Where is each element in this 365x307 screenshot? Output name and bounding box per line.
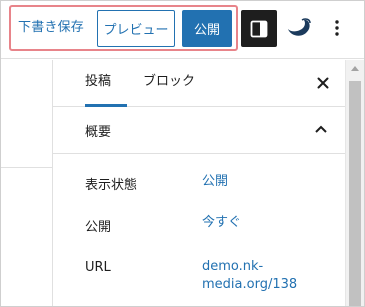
settings-sidebar-icon bbox=[250, 20, 268, 37]
sidebar-tabs: 投稿 ブロック bbox=[53, 60, 345, 107]
publish-date-link[interactable]: 今すぐ bbox=[202, 214, 241, 232]
url-label: URL bbox=[85, 260, 111, 275]
settings-sidebar: 投稿 ブロック 概要 表示状態 公開 公開 今すぐ URL demo.nk- m… bbox=[52, 60, 345, 306]
publish-button[interactable]: 公開 bbox=[182, 10, 232, 47]
publish-label: 公開 bbox=[85, 220, 112, 235]
vertical-scrollbar[interactable] bbox=[345, 60, 364, 306]
preview-button[interactable]: プレビュー bbox=[97, 10, 175, 47]
save-draft-button[interactable]: 下書き保存 bbox=[18, 16, 84, 40]
more-options-button[interactable] bbox=[327, 13, 347, 43]
editor-canvas[interactable] bbox=[1, 60, 52, 306]
scroll-thumb[interactable] bbox=[349, 81, 361, 306]
settings-toggle-button[interactable] bbox=[241, 10, 277, 47]
scroll-up-icon[interactable] bbox=[351, 66, 359, 71]
close-sidebar-button[interactable] bbox=[313, 73, 333, 93]
tab-post[interactable]: 投稿 bbox=[69, 60, 127, 107]
url-line-1: demo.nk- bbox=[202, 259, 264, 274]
editor-toolbar: 下書き保存 プレビュー 公開 bbox=[1, 1, 364, 59]
site-logo-button[interactable] bbox=[285, 13, 313, 43]
panel-title: 概要 bbox=[85, 125, 112, 140]
visibility-value-link[interactable]: 公開 bbox=[202, 173, 228, 191]
chevron-up-icon[interactable] bbox=[313, 121, 329, 137]
canvas-divider bbox=[1, 167, 52, 168]
close-icon bbox=[317, 77, 329, 89]
tab-block[interactable]: ブロック bbox=[143, 60, 195, 106]
summary-panel-header[interactable]: 概要 bbox=[53, 107, 345, 154]
visibility-label: 表示状態 bbox=[85, 178, 138, 193]
url-line-2: media.org/138 bbox=[202, 277, 298, 292]
url-link[interactable]: demo.nk- media.org/138 bbox=[202, 258, 297, 294]
site-logo-icon bbox=[288, 18, 311, 36]
more-options-icon bbox=[335, 20, 339, 36]
